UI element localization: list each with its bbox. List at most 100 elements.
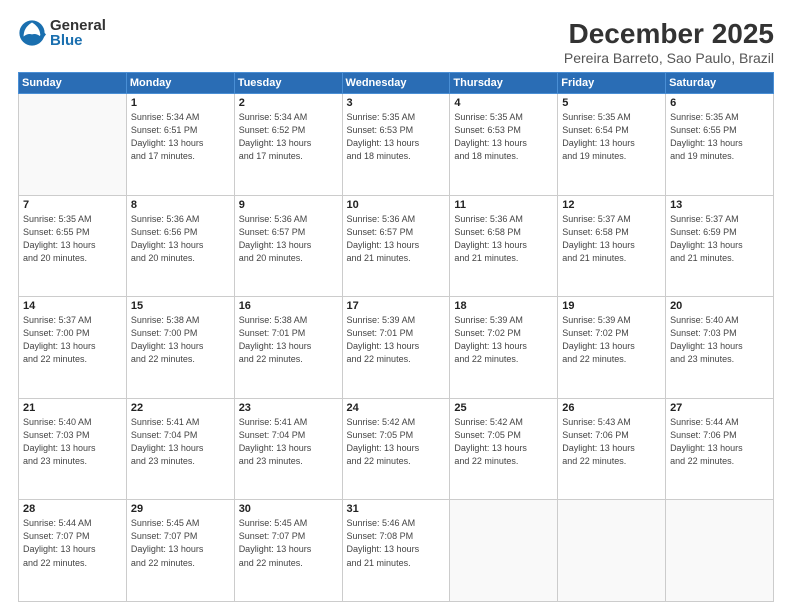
calendar-cell: 28 Sunrise: 5:44 AMSunset: 7:07 PMDayligh… bbox=[19, 500, 127, 602]
day-header-friday: Friday bbox=[558, 73, 666, 94]
calendar-cell: 18 Sunrise: 5:39 AMSunset: 7:02 PMDayligh… bbox=[450, 297, 558, 399]
calendar-cell: 2 Sunrise: 5:34 AMSunset: 6:52 PMDaylight… bbox=[234, 94, 342, 196]
day-number: 17 bbox=[347, 300, 446, 312]
calendar-cell: 10 Sunrise: 5:36 AMSunset: 6:57 PMDayligh… bbox=[342, 195, 450, 297]
day-info: Sunrise: 5:38 AMSunset: 7:00 PMDaylight:… bbox=[131, 314, 230, 366]
day-number: 18 bbox=[454, 300, 553, 312]
calendar-table: SundayMondayTuesdayWednesdayThursdayFrid… bbox=[18, 72, 774, 602]
day-header-thursday: Thursday bbox=[450, 73, 558, 94]
day-info: Sunrise: 5:43 AMSunset: 7:06 PMDaylight:… bbox=[562, 416, 661, 468]
calendar-cell: 13 Sunrise: 5:37 AMSunset: 6:59 PMDayligh… bbox=[666, 195, 774, 297]
calendar-cell: 17 Sunrise: 5:39 AMSunset: 7:01 PMDayligh… bbox=[342, 297, 450, 399]
day-number: 14 bbox=[23, 300, 122, 312]
day-number: 27 bbox=[670, 402, 769, 414]
calendar-cell: 29 Sunrise: 5:45 AMSunset: 7:07 PMDayligh… bbox=[126, 500, 234, 602]
day-header-wednesday: Wednesday bbox=[342, 73, 450, 94]
day-info: Sunrise: 5:35 AMSunset: 6:54 PMDaylight:… bbox=[562, 111, 661, 163]
day-header-sunday: Sunday bbox=[19, 73, 127, 94]
day-info: Sunrise: 5:34 AMSunset: 6:52 PMDaylight:… bbox=[239, 111, 338, 163]
day-info: Sunrise: 5:44 AMSunset: 7:07 PMDaylight:… bbox=[23, 517, 122, 569]
day-info: Sunrise: 5:45 AMSunset: 7:07 PMDaylight:… bbox=[239, 517, 338, 569]
day-number: 1 bbox=[131, 97, 230, 109]
day-number: 13 bbox=[670, 199, 769, 211]
day-number: 2 bbox=[239, 97, 338, 109]
logo-text: General Blue bbox=[50, 18, 106, 48]
logo: General Blue bbox=[18, 18, 106, 48]
calendar-cell: 15 Sunrise: 5:38 AMSunset: 7:00 PMDayligh… bbox=[126, 297, 234, 399]
day-info: Sunrise: 5:45 AMSunset: 7:07 PMDaylight:… bbox=[131, 517, 230, 569]
day-header-monday: Monday bbox=[126, 73, 234, 94]
day-info: Sunrise: 5:35 AMSunset: 6:53 PMDaylight:… bbox=[454, 111, 553, 163]
calendar-cell: 31 Sunrise: 5:46 AMSunset: 7:08 PMDayligh… bbox=[342, 500, 450, 602]
calendar-cell bbox=[666, 500, 774, 602]
day-number: 25 bbox=[454, 402, 553, 414]
day-info: Sunrise: 5:44 AMSunset: 7:06 PMDaylight:… bbox=[670, 416, 769, 468]
calendar-cell: 19 Sunrise: 5:39 AMSunset: 7:02 PMDayligh… bbox=[558, 297, 666, 399]
day-number: 28 bbox=[23, 503, 122, 515]
day-info: Sunrise: 5:39 AMSunset: 7:02 PMDaylight:… bbox=[562, 314, 661, 366]
day-info: Sunrise: 5:37 AMSunset: 7:00 PMDaylight:… bbox=[23, 314, 122, 366]
day-number: 19 bbox=[562, 300, 661, 312]
day-number: 10 bbox=[347, 199, 446, 211]
day-number: 23 bbox=[239, 402, 338, 414]
day-number: 6 bbox=[670, 97, 769, 109]
day-number: 8 bbox=[131, 199, 230, 211]
calendar-cell: 14 Sunrise: 5:37 AMSunset: 7:00 PMDayligh… bbox=[19, 297, 127, 399]
calendar-cell: 24 Sunrise: 5:42 AMSunset: 7:05 PMDayligh… bbox=[342, 398, 450, 500]
day-info: Sunrise: 5:42 AMSunset: 7:05 PMDaylight:… bbox=[347, 416, 446, 468]
day-number: 24 bbox=[347, 402, 446, 414]
day-number: 21 bbox=[23, 402, 122, 414]
week-row-5: 28 Sunrise: 5:44 AMSunset: 7:07 PMDayligh… bbox=[19, 500, 774, 602]
subtitle: Pereira Barreto, Sao Paulo, Brazil bbox=[564, 50, 774, 66]
day-number: 29 bbox=[131, 503, 230, 515]
day-number: 7 bbox=[23, 199, 122, 211]
calendar-cell: 12Sunrise: 5:37 AMSunset: 6:58 PMDayligh… bbox=[558, 195, 666, 297]
calendar-cell: 27 Sunrise: 5:44 AMSunset: 7:06 PMDayligh… bbox=[666, 398, 774, 500]
day-info: Sunrise: 5:35 AMSunset: 6:55 PMDaylight:… bbox=[670, 111, 769, 163]
day-info: Sunrise: 5:38 AMSunset: 7:01 PMDaylight:… bbox=[239, 314, 338, 366]
page: General Blue December 2025 Pereira Barre… bbox=[0, 0, 792, 612]
day-info: Sunrise: 5:41 AMSunset: 7:04 PMDaylight:… bbox=[131, 416, 230, 468]
day-info: Sunrise: 5:46 AMSunset: 7:08 PMDaylight:… bbox=[347, 517, 446, 569]
day-number: 3 bbox=[347, 97, 446, 109]
calendar-cell: 9Sunrise: 5:36 AMSunset: 6:57 PMDaylight… bbox=[234, 195, 342, 297]
calendar-cell bbox=[450, 500, 558, 602]
day-number: 30 bbox=[239, 503, 338, 515]
calendar-cell: 1Sunrise: 5:34 AMSunset: 6:51 PMDaylight… bbox=[126, 94, 234, 196]
main-title: December 2025 bbox=[564, 18, 774, 50]
day-info: Sunrise: 5:39 AMSunset: 7:01 PMDaylight:… bbox=[347, 314, 446, 366]
day-number: 4 bbox=[454, 97, 553, 109]
day-number: 26 bbox=[562, 402, 661, 414]
day-info: Sunrise: 5:39 AMSunset: 7:02 PMDaylight:… bbox=[454, 314, 553, 366]
logo-icon bbox=[18, 19, 46, 47]
day-info: Sunrise: 5:42 AMSunset: 7:05 PMDaylight:… bbox=[454, 416, 553, 468]
day-info: Sunrise: 5:37 AMSunset: 6:59 PMDaylight:… bbox=[670, 213, 769, 265]
calendar-cell: 3Sunrise: 5:35 AMSunset: 6:53 PMDaylight… bbox=[342, 94, 450, 196]
title-block: December 2025 Pereira Barreto, Sao Paulo… bbox=[564, 18, 774, 66]
calendar-cell: 7Sunrise: 5:35 AMSunset: 6:55 PMDaylight… bbox=[19, 195, 127, 297]
day-info: Sunrise: 5:36 AMSunset: 6:56 PMDaylight:… bbox=[131, 213, 230, 265]
week-row-3: 14 Sunrise: 5:37 AMSunset: 7:00 PMDayligh… bbox=[19, 297, 774, 399]
day-info: Sunrise: 5:36 AMSunset: 6:58 PMDaylight:… bbox=[454, 213, 553, 265]
calendar-header-row: SundayMondayTuesdayWednesdayThursdayFrid… bbox=[19, 73, 774, 94]
calendar-cell: 6 Sunrise: 5:35 AMSunset: 6:55 PMDaylight… bbox=[666, 94, 774, 196]
week-row-2: 7Sunrise: 5:35 AMSunset: 6:55 PMDaylight… bbox=[19, 195, 774, 297]
calendar-cell: 8 Sunrise: 5:36 AMSunset: 6:56 PMDaylight… bbox=[126, 195, 234, 297]
calendar-cell bbox=[558, 500, 666, 602]
logo-general: General bbox=[50, 18, 106, 33]
day-number: 15 bbox=[131, 300, 230, 312]
day-info: Sunrise: 5:36 AMSunset: 6:57 PMDaylight:… bbox=[347, 213, 446, 265]
day-number: 11 bbox=[454, 199, 553, 211]
logo-blue: Blue bbox=[50, 33, 106, 48]
day-info: Sunrise: 5:40 AMSunset: 7:03 PMDaylight:… bbox=[23, 416, 122, 468]
day-info: Sunrise: 5:36 AMSunset: 6:57 PMDaylight:… bbox=[239, 213, 338, 265]
day-number: 12 bbox=[562, 199, 661, 211]
calendar-cell: 16Sunrise: 5:38 AMSunset: 7:01 PMDayligh… bbox=[234, 297, 342, 399]
day-info: Sunrise: 5:41 AMSunset: 7:04 PMDaylight:… bbox=[239, 416, 338, 468]
calendar-cell: 26 Sunrise: 5:43 AMSunset: 7:06 PMDayligh… bbox=[558, 398, 666, 500]
day-header-tuesday: Tuesday bbox=[234, 73, 342, 94]
day-number: 31 bbox=[347, 503, 446, 515]
calendar-cell: 25 Sunrise: 5:42 AMSunset: 7:05 PMDayligh… bbox=[450, 398, 558, 500]
day-header-saturday: Saturday bbox=[666, 73, 774, 94]
week-row-4: 21 Sunrise: 5:40 AMSunset: 7:03 PMDayligh… bbox=[19, 398, 774, 500]
